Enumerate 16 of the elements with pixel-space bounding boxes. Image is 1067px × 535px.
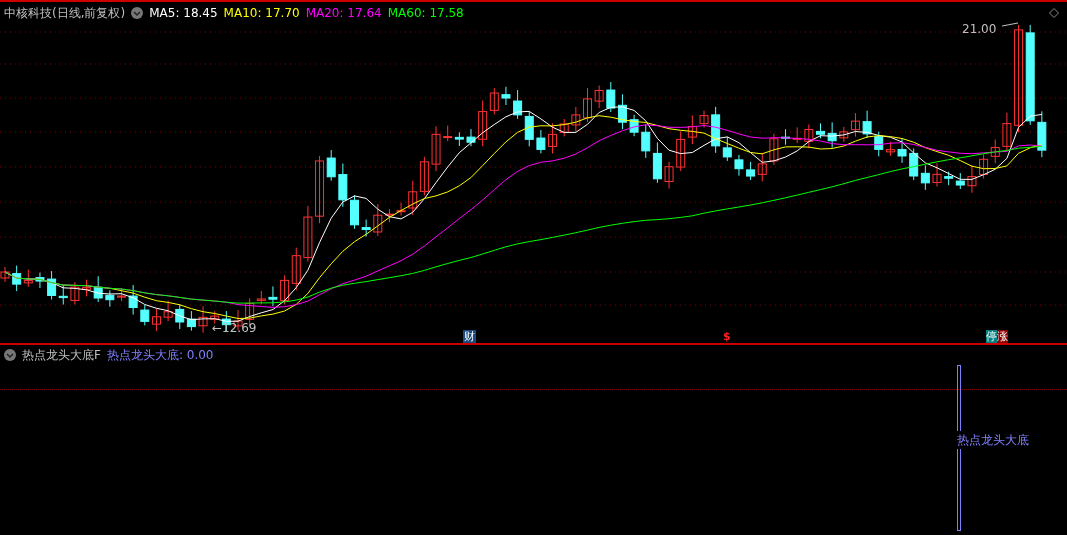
leader-line — [1001, 22, 1019, 27]
indicator-value: 热点龙头大底: 0.00 — [106, 347, 214, 364]
limit-marker[interactable]: 涨 — [997, 330, 1008, 343]
high-price-label: 21.00 — [962, 22, 997, 36]
signal-label: 热点龙头大底 — [957, 431, 1029, 449]
finance-marker[interactable]: 财 — [463, 330, 476, 343]
stock-title: 中核科技(日线,前复权) — [4, 5, 126, 22]
dividend-marker[interactable]: $ — [723, 330, 731, 343]
ma-legend: MA60: 17.58 — [387, 4, 464, 22]
limit-marker[interactable]: 停 — [986, 330, 997, 343]
ma-legend: MA20: 17.64 — [305, 4, 382, 22]
ma-legend: MA5: 18.45 — [149, 4, 218, 22]
dropdown-icon[interactable] — [131, 7, 144, 19]
dropdown-icon[interactable] — [4, 349, 16, 361]
ma-legend: MA10: 17.70 — [223, 4, 300, 22]
indicator-name: 热点龙头大底F — [22, 347, 101, 364]
